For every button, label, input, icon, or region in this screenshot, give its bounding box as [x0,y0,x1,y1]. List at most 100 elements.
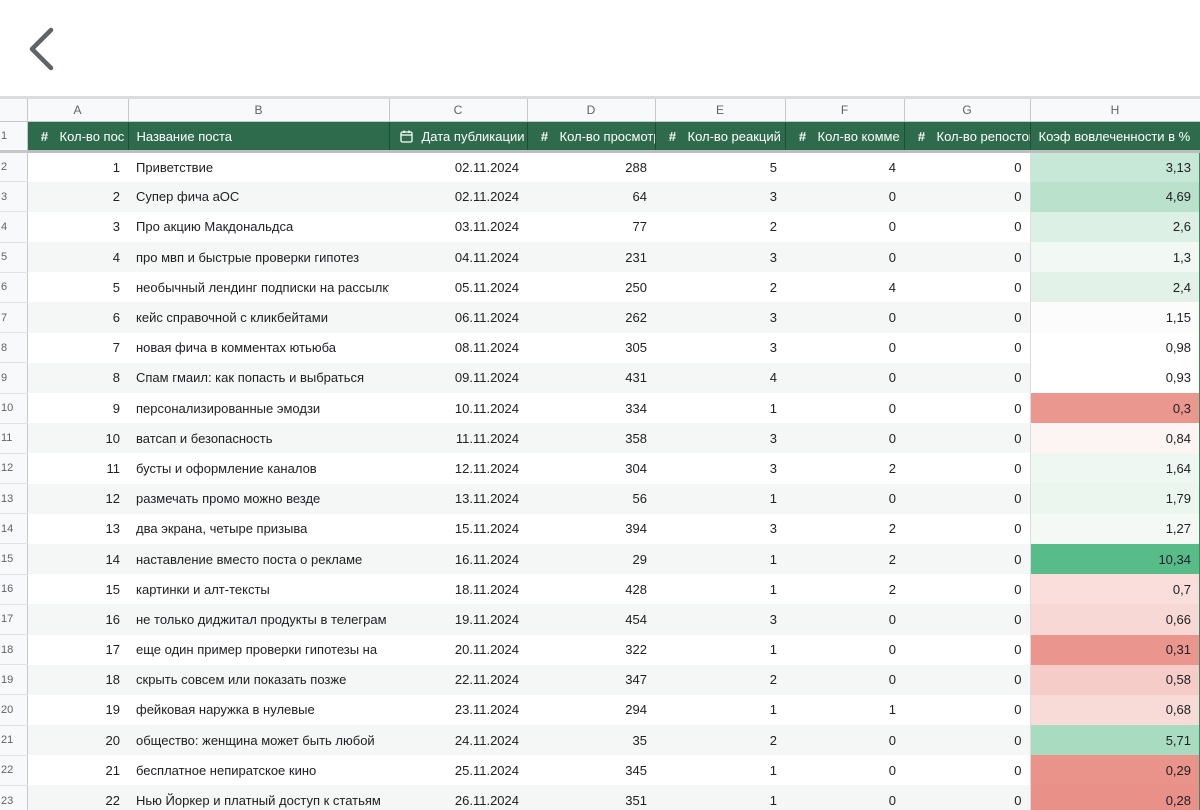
cell-comments[interactable]: 0 [785,483,904,514]
cell-post-number[interactable]: 11 [27,453,128,483]
cell-post-title[interactable]: ватсап и безопасность [128,423,389,454]
cell-publish-date[interactable]: 16.11.2024 [389,543,527,575]
cell-publish-date[interactable]: 13.11.2024 [389,483,527,514]
cell-post-title[interactable]: необычный лендинг подписки на рассылку [128,272,389,302]
cell-post-title[interactable]: наставление вместо поста о рекламе [128,543,389,575]
cell-post-number[interactable]: 20 [27,725,128,756]
cell-post-number[interactable]: 5 [27,272,128,302]
row-number[interactable]: 4 [0,211,28,243]
row-number[interactable]: 11 [0,423,28,454]
cell-post-title[interactable]: картинки и алт-тексты [128,574,389,604]
cell-views[interactable]: 29 [527,543,655,575]
cell-engagement-rate[interactable]: 0,29 [1029,755,1200,786]
cell-views[interactable]: 428 [527,574,655,604]
cell-post-number[interactable]: 19 [27,695,128,725]
cell-post-number[interactable]: 16 [27,604,128,635]
cell-comments[interactable]: 0 [785,362,904,393]
cell-post-title[interactable]: фейковая наружка в нулевые [128,695,389,725]
cell-views[interactable]: 454 [527,604,655,635]
cell-views[interactable]: 77 [527,212,655,242]
cell-post-number[interactable]: 9 [27,393,128,423]
column-header-f[interactable]: F [785,96,905,122]
cell-post-title[interactable]: общество: женщина может быть любой [128,725,389,756]
row-number[interactable]: 2 [0,151,28,183]
cell-reposts[interactable]: 0 [904,302,1030,333]
cell-reactions[interactable]: 4 [655,362,785,393]
cell-post-number[interactable]: 8 [27,362,128,393]
cell-reposts[interactable]: 0 [904,333,1030,363]
cell-engagement-rate[interactable]: 0,93 [1029,362,1200,393]
cell-reposts[interactable]: 0 [904,152,1030,182]
column-header-d[interactable]: D [527,96,656,122]
cell-post-title[interactable]: скрыть совсем или показать позже [128,664,389,695]
cell-publish-date[interactable]: 08.11.2024 [389,333,527,363]
cell-engagement-rate[interactable]: 5,71 [1029,725,1200,756]
cell-engagement-rate[interactable]: 0,31 [1029,634,1200,665]
cell-engagement-rate[interactable]: 1,64 [1029,453,1200,484]
cell-publish-date[interactable]: 22.11.2024 [389,664,527,695]
cell-post-number[interactable]: 14 [27,543,128,575]
row-number[interactable]: 12 [0,453,28,485]
column-header-e[interactable]: E [655,96,786,122]
cell-reactions[interactable]: 1 [655,543,785,575]
cell-comments[interactable]: 0 [785,635,904,665]
cell-views[interactable]: 431 [527,362,655,393]
cell-post-number[interactable]: 2 [27,181,128,212]
cell-reposts[interactable]: 0 [904,212,1030,242]
cell-post-title[interactable]: Нью Йоркер и платный доступ к статьям [128,785,389,810]
cell-engagement-rate[interactable]: 4,69 [1029,181,1200,212]
cell-comments[interactable]: 0 [785,393,904,423]
cell-publish-date[interactable]: 25.11.2024 [389,755,527,785]
cell-reactions[interactable]: 3 [655,302,785,333]
cell-publish-date[interactable]: 26.11.2024 [389,785,527,810]
cell-publish-date[interactable]: 05.11.2024 [389,272,527,302]
cell-publish-date[interactable]: 24.11.2024 [389,725,527,756]
cell-reactions[interactable]: 5 [655,152,785,182]
column-header-c[interactable]: C [389,96,528,122]
cell-post-title[interactable]: кейс справочной с кликбейтами [128,302,389,333]
cell-reposts[interactable]: 0 [904,695,1030,725]
cell-reposts[interactable]: 0 [904,785,1030,810]
cell-reactions[interactable]: 3 [655,333,785,363]
cell-post-title[interactable]: размечать промо можно везде [128,483,389,514]
cell-views[interactable]: 305 [527,333,655,363]
cell-post-number[interactable]: 13 [27,514,128,544]
cell-reactions[interactable]: 3 [655,242,785,273]
header-post-title[interactable]: Название поста [128,121,390,153]
cell-publish-date[interactable]: 23.11.2024 [389,695,527,725]
cell-publish-date[interactable]: 19.11.2024 [389,604,527,635]
cell-reactions[interactable]: 1 [655,635,785,665]
row-number[interactable]: 21 [0,725,28,756]
cell-post-title[interactable]: про мвп и быстрые проверки гипотез [128,242,389,273]
header-post-number[interactable]: # Кол-во пос [27,121,129,153]
cell-publish-date[interactable]: 02.11.2024 [389,181,527,212]
row-number[interactable]: 1 [0,121,28,153]
cell-views[interactable]: 322 [527,635,655,665]
cell-comments[interactable]: 0 [785,604,904,635]
cell-reactions[interactable]: 1 [655,393,785,423]
cell-comments[interactable]: 2 [785,543,904,575]
row-number[interactable]: 20 [0,694,28,726]
cell-post-title[interactable]: новая фича в комментах ютьюба [128,333,389,363]
cell-comments[interactable]: 0 [785,242,904,273]
row-number[interactable]: 23 [0,785,28,810]
cell-reposts[interactable]: 0 [904,393,1030,423]
cell-engagement-rate[interactable]: 0,84 [1029,423,1200,454]
cell-post-number[interactable]: 22 [27,785,128,810]
row-number[interactable]: 18 [0,634,28,666]
cell-engagement-rate[interactable]: 10,34 [1029,543,1200,575]
cell-reactions[interactable]: 3 [655,453,785,483]
cell-post-number[interactable]: 7 [27,333,128,363]
cell-engagement-rate[interactable]: 3,13 [1029,151,1200,182]
cell-comments[interactable]: 1 [785,695,904,725]
cell-publish-date[interactable]: 18.11.2024 [389,574,527,604]
cell-post-title[interactable]: еще один пример проверки гипотезы на [128,635,389,665]
cell-post-title[interactable]: Про акцию Макдональдса [128,212,389,242]
cell-comments[interactable]: 4 [785,272,904,302]
cell-post-title[interactable]: персонализированные эмодзи [128,393,389,423]
cell-reposts[interactable]: 0 [904,272,1030,302]
cell-reposts[interactable]: 0 [904,423,1030,454]
cell-views[interactable]: 56 [527,483,655,514]
row-number[interactable]: 3 [0,181,28,213]
cell-post-number[interactable]: 17 [27,635,128,665]
